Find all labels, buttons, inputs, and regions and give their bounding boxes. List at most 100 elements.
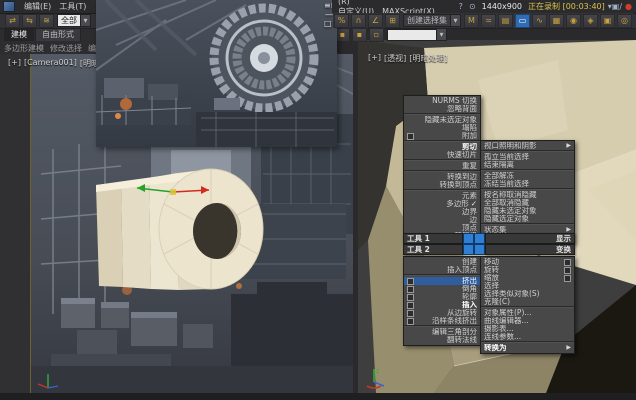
scene-explorer-folder-icon[interactable]: ▭ — [515, 14, 530, 28]
viewport-general-menu[interactable]: [+] — [8, 58, 21, 69]
quad-menu-item[interactable]: 顶点 ✓ ▶ — [404, 224, 480, 232]
quad-menu-item[interactable]: 隐藏未选定对象 ✓ ▶ — [481, 207, 574, 215]
ribbon-tool-icon-2[interactable]: ▪ — [352, 28, 367, 42]
app-icon[interactable] — [3, 1, 15, 12]
quad-menu-item[interactable]: 插入 ✓ ▶ — [404, 301, 480, 309]
keyboard-override-icon[interactable]: ⊞ — [385, 14, 400, 28]
quad-menu-item[interactable]: 轮廓 ✓ ▶ — [404, 293, 480, 301]
quad-center-square[interactable] — [463, 244, 474, 255]
chevron-down-icon[interactable]: ▾ — [450, 15, 460, 26]
schematic-view-icon[interactable]: ▦ — [549, 14, 564, 28]
ribbon-dropdown[interactable]: ▾ — [387, 29, 447, 41]
settings-box-icon[interactable] — [407, 278, 414, 285]
settings-box-icon[interactable] — [564, 259, 571, 266]
quad-menu-item[interactable]: 结束隔离 ✓ ▶ — [481, 161, 574, 170]
magnifier-icon[interactable]: ⊙ — [467, 2, 478, 11]
quad-title-left[interactable]: 工具 1 — [403, 233, 463, 244]
viewport-shading-menu[interactable]: [明暗处理] — [409, 53, 447, 64]
layer-manager-icon[interactable]: ▤ — [498, 14, 513, 28]
settings-box-icon[interactable] — [407, 294, 414, 301]
quad-menu-item[interactable]: 按名称取消隐藏 ✓ ▶ — [481, 191, 574, 199]
curve-editor-icon[interactable]: ∿ — [532, 14, 547, 28]
quad-menu-item[interactable]: 重复 ✓ ▶ — [404, 162, 480, 171]
quad-menu-item[interactable]: NURMS 切换 ✓ ▶ — [404, 97, 480, 105]
snap-toggle-icon[interactable]: ∩ — [351, 14, 366, 28]
quad-menu-item[interactable]: 快速切片 ✓ ▶ — [404, 151, 480, 160]
quad-menu-item[interactable]: 转换到边 ✓ ▶ — [404, 173, 480, 181]
rendered-frame-icon[interactable]: ▣ — [600, 14, 615, 28]
mirror-icon[interactable]: M — [464, 14, 479, 28]
quad-menu-item[interactable]: 克隆(C) ✓ ▶ — [481, 298, 574, 307]
quad-menu-item[interactable]: 编辑三角剖分 ✓ ▶ — [404, 328, 480, 336]
help-icon[interactable]: ? — [455, 2, 466, 11]
record-button-icon[interactable]: ● — [623, 2, 634, 11]
quad-menu-item[interactable]: 冻结当前选择 ✓ ▶ — [481, 180, 574, 189]
viewport-pov-menu[interactable]: [Camera001] — [24, 58, 77, 69]
settings-box-icon[interactable] — [407, 286, 414, 293]
select-and-link-icon[interactable]: ⇄ — [5, 14, 20, 28]
quad-menu-item[interactable]: 选择 ✓ ▶ — [481, 282, 574, 290]
annotate-icon[interactable]: ∕ — [619, 2, 622, 11]
material-editor-icon[interactable]: ◉ — [566, 14, 581, 28]
menu-item[interactable]: 工具(T) — [55, 1, 90, 12]
quad-center-square[interactable] — [474, 244, 485, 255]
quad-center-square[interactable] — [474, 233, 485, 244]
ribbon-section-label[interactable]: 修改选择 — [50, 43, 82, 54]
quad-menu-item[interactable]: 多边形 ✓ ▶ — [404, 200, 480, 208]
quad-title-right[interactable]: 显示 — [485, 233, 575, 244]
ribbon-section-label[interactable]: 多边形建模 — [4, 43, 44, 54]
reference-image-window[interactable]: ≡⊞—□× — [96, 0, 337, 147]
quad-menu-item[interactable]: 附加 ✓ ▶ — [404, 132, 480, 141]
quad-menu-item[interactable]: 创建 ✓ ▶ — [404, 258, 480, 266]
cylinder-model[interactable] — [61, 159, 311, 304]
ribbon-tab[interactable]: 自由形式 — [35, 27, 81, 41]
quad-title-left[interactable]: 工具 2 — [403, 244, 463, 255]
quad-menu-item[interactable]: 选择类似对象(S) ✓ ▶ — [481, 290, 574, 298]
quad-menu-item[interactable]: 孤立当前选择 ✓ ▶ — [481, 153, 574, 161]
quad-menu-item[interactable]: 剪切 ✓ ▶ — [404, 143, 480, 151]
ribbon-tool-icon-3[interactable]: ▫ — [369, 28, 384, 42]
quad-menu-item[interactable]: 隐藏选定对象 ✓ ▶ — [481, 215, 574, 224]
ribbon-tab[interactable]: 建模 — [4, 27, 34, 41]
named-selection-set-dropdown[interactable]: 创建选择集 ▾ — [403, 14, 461, 27]
selection-filter-dropdown[interactable]: 全部 ▾ — [57, 14, 91, 27]
ribbon-tool-icon-1[interactable]: ▪ — [335, 28, 350, 42]
quad-menu-item[interactable]: 元素 ✓ ▶ — [404, 192, 480, 200]
quad-menu-item[interactable]: 转换为 ✓ ▶ — [481, 344, 574, 352]
quad-center-square[interactable] — [463, 233, 474, 244]
quad-menu-item[interactable]: 翻转法线 ✓ ▶ — [404, 336, 480, 344]
viewer-menu-icon[interactable]: ≡ — [324, 1, 331, 10]
settings-box-icon[interactable] — [407, 133, 414, 140]
maximize-icon[interactable]: □ — [324, 19, 332, 28]
settings-box-icon[interactable] — [564, 267, 571, 274]
quad-menu-item[interactable]: 缩放 ✓ ▶ — [481, 274, 574, 282]
quad-title-right[interactable]: 变换 — [485, 244, 575, 255]
percent-snap-icon[interactable]: % — [334, 14, 349, 28]
quad-menu-item[interactable]: 忽略背面 ✓ ▶ — [404, 105, 480, 114]
viewport-pov-menu[interactable]: [透视] — [384, 53, 406, 64]
quad-menu-item[interactable]: 视口照明和阴影 ✓ ▶ — [481, 142, 574, 151]
quad-menu-item[interactable]: 边 ✓ ▶ — [404, 216, 480, 224]
viewport-general-menu[interactable]: [+] — [368, 53, 381, 64]
bind-to-spacewarp-icon[interactable]: ≋ — [39, 14, 54, 28]
unlink-selection-icon[interactable]: ⇆ — [22, 14, 37, 28]
quad-menu-item[interactable]: 沿样条线挤出 ✓ ▶ — [404, 317, 480, 326]
quad-menu-item[interactable]: 倒角 ✓ ▶ — [404, 285, 480, 293]
quad-menu-item[interactable]: 对象属性(P)... ✓ ▶ — [481, 309, 574, 317]
quad-menu-item[interactable]: 曲线编辑器... ✓ ▶ — [481, 317, 574, 325]
quad-menu-item[interactable]: 边界 ✓ ▶ — [404, 208, 480, 216]
quad-menu-item[interactable]: 旋转 ✓ ▶ — [481, 266, 574, 274]
chevron-down-icon[interactable]: ▾ — [80, 15, 90, 26]
quad-menu-item[interactable]: 塌陷 ✓ ▶ — [404, 124, 480, 132]
settings-box-icon[interactable] — [407, 318, 414, 325]
quad-menu-item[interactable]: 连线参数... ✓ ▶ — [481, 333, 574, 342]
quad-menu-item[interactable]: 全部取消隐藏 ✓ ▶ — [481, 199, 574, 207]
quad-menu-item[interactable]: 插入顶点 ✓ ▶ — [404, 266, 480, 275]
quad-menu-item[interactable]: 挤出 ✓ ▶ — [404, 277, 480, 285]
settings-box-icon[interactable] — [564, 275, 571, 282]
align-icon[interactable]: ≍ — [481, 14, 496, 28]
settings-box-icon[interactable] — [407, 302, 414, 309]
settings-box-icon[interactable] — [407, 310, 414, 317]
menu-item[interactable]: 编辑(E) — [20, 1, 55, 12]
quad-menu-item[interactable]: 隐藏未选定对象 ✓ ▶ — [404, 116, 480, 124]
